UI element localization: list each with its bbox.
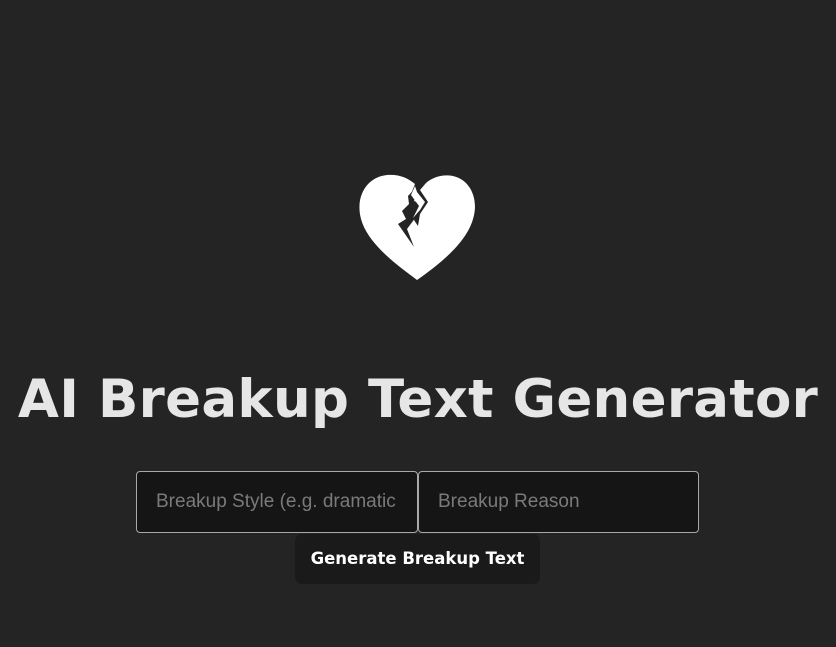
breakup-reason-input[interactable]	[418, 471, 699, 533]
page-title: AI Breakup Text Generator	[17, 369, 819, 430]
breakup-style-input[interactable]	[136, 471, 418, 533]
broken-heart-icon	[358, 174, 476, 280]
generate-button[interactable]: Generate Breakup Text	[295, 534, 540, 584]
app-page: AI Breakup Text Generator Generate Break…	[0, 0, 836, 647]
